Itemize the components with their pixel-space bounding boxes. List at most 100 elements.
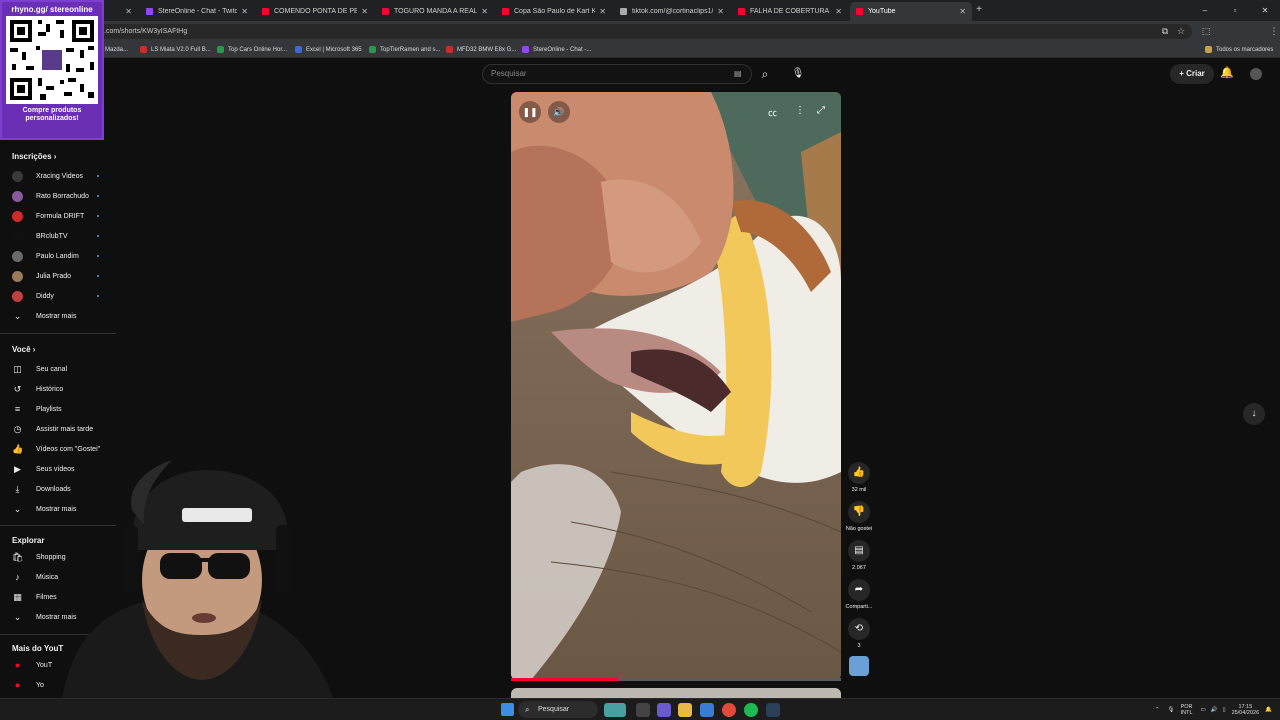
subscription-item[interactable]: Paulo Landim bbox=[12, 248, 116, 264]
search-button[interactable]: ⌕ bbox=[752, 64, 778, 84]
share-button[interactable]: ➦ bbox=[848, 579, 870, 601]
browser-tab[interactable]: TOGURO MANDA A REAL E IR✕ bbox=[376, 2, 494, 21]
new-content-dot bbox=[97, 255, 99, 257]
volume-icon[interactable]: 🔊 bbox=[1211, 707, 1218, 713]
battery-icon[interactable]: ▯ bbox=[1223, 707, 1226, 713]
tray-chevron-icon[interactable]: ⌃ bbox=[1155, 707, 1160, 713]
channel-avatar bbox=[12, 230, 23, 242]
subscription-item[interactable]: Xracing Videos bbox=[12, 168, 116, 184]
widget-icon[interactable] bbox=[604, 703, 626, 717]
subscriptions-heading[interactable]: Inscrições › bbox=[12, 152, 56, 161]
cast-icon[interactable]: ⧉ bbox=[1159, 25, 1171, 37]
browser-tab[interactable]: Copa São Paulo de Kart KGV -✕ bbox=[496, 2, 612, 21]
minimize-icon[interactable]: – bbox=[1190, 0, 1220, 21]
next-short-preview[interactable] bbox=[511, 688, 841, 698]
bookmark-star-icon[interactable]: ☆ bbox=[1175, 25, 1187, 37]
music-icon: ♪ bbox=[15, 571, 20, 582]
pause-icon: ❚❚ bbox=[522, 107, 538, 117]
dislike-button[interactable]: 👎 bbox=[848, 501, 870, 523]
taskbar-search-label: Pesquisar bbox=[538, 706, 570, 713]
notification-icon[interactable]: 🔔 bbox=[1265, 707, 1272, 713]
tab-favicon-icon bbox=[738, 8, 745, 15]
bookmark-item[interactable]: MFD32 BMW E8x G... bbox=[446, 44, 516, 55]
sidebar-item[interactable]: ≡ Playlists bbox=[12, 401, 116, 417]
extensions-icon[interactable]: ⬚ bbox=[1200, 25, 1212, 37]
close-tab-icon[interactable]: ✕ bbox=[125, 7, 132, 16]
bookmark-label: Top Cars Online Hor... bbox=[228, 46, 288, 53]
browser-tab[interactable]: COMENDO PONTA DE PEI ✕ bbox=[256, 2, 374, 21]
steam-icon[interactable] bbox=[766, 703, 780, 717]
like-button[interactable]: 👍 bbox=[848, 462, 870, 484]
voice-search-button[interactable]: 🎙 bbox=[788, 64, 808, 84]
close-tab-icon[interactable]: ✕ bbox=[241, 7, 248, 16]
close-tab-icon[interactable]: ✕ bbox=[835, 7, 842, 16]
mic-icon[interactable]: 🎙 bbox=[1168, 707, 1175, 713]
pause-button[interactable]: ❚❚ bbox=[519, 101, 541, 123]
comments-button[interactable]: ▤ bbox=[848, 540, 870, 562]
close-tab-icon[interactable]: ✕ bbox=[361, 7, 368, 16]
chrome-icon[interactable] bbox=[722, 703, 736, 717]
close-tab-icon[interactable]: ✕ bbox=[599, 7, 606, 16]
taskbar-search[interactable]: ⌕ Pesquisar bbox=[518, 701, 598, 718]
you-heading[interactable]: Você › bbox=[12, 345, 35, 354]
subscription-item[interactable]: BRclubTV bbox=[12, 228, 116, 244]
channel-avatar[interactable] bbox=[849, 656, 869, 676]
task-view-icon[interactable] bbox=[636, 703, 650, 717]
search-input[interactable]: Pesquisar bbox=[482, 64, 752, 84]
new-tab-button[interactable]: + bbox=[973, 4, 985, 16]
close-tab-icon[interactable]: ✕ bbox=[481, 7, 488, 16]
bookmark-item[interactable]: TopTierRamen and s... bbox=[369, 44, 440, 55]
bookmark-item[interactable]: LS Miata V2.0 Full B... bbox=[140, 44, 211, 55]
remix-button[interactable]: ⟲ bbox=[848, 618, 870, 640]
keyboard-icon[interactable]: ▤ bbox=[734, 69, 742, 78]
url-field[interactable]: .com/shorts/KW3yISAFtHg bbox=[96, 24, 1192, 39]
more-options-icon[interactable]: ⋮ bbox=[795, 105, 805, 116]
progress-bar[interactable] bbox=[511, 678, 841, 681]
spotify-icon[interactable] bbox=[744, 703, 758, 717]
file-explorer-icon[interactable] bbox=[678, 703, 692, 717]
bookmark-favicon-icon bbox=[140, 46, 147, 53]
bookmark-item[interactable]: Top Cars Online Hor... bbox=[217, 44, 287, 55]
start-icon[interactable] bbox=[501, 703, 514, 716]
channel-avatar bbox=[12, 290, 23, 302]
qr-header: rhyno.gg/ stereonline bbox=[11, 5, 93, 14]
close-tab-icon[interactable]: ✕ bbox=[717, 7, 724, 16]
menu-kebab-icon[interactable]: ⋮ bbox=[1268, 25, 1280, 37]
close-window-icon[interactable]: ✕ bbox=[1250, 0, 1280, 21]
browser-tab[interactable]: FALHA DE COBERTURA #32: B ✕ bbox=[732, 2, 848, 21]
avatar[interactable] bbox=[1250, 68, 1262, 80]
bookmark-item[interactable]: StereOnline - Chat -... bbox=[522, 44, 591, 55]
windows-taskbar: ⌕ Pesquisar ⌃ 🎙 POR INTL ▭ 🔊 ▯ 17:15 25/04/… bbox=[0, 698, 1280, 720]
sidebar-item-label: Histórico bbox=[36, 385, 64, 393]
language-indicator[interactable]: POR INTL bbox=[1181, 704, 1193, 716]
maximize-icon[interactable]: ▫ bbox=[1220, 0, 1250, 21]
captions-icon[interactable]: ㏄ bbox=[768, 106, 777, 119]
network-icon[interactable]: ▭ bbox=[1201, 707, 1206, 713]
sidebar-item-label: Rato Borrachudo bbox=[36, 192, 89, 200]
like-icon: 👍 bbox=[12, 443, 24, 454]
close-tab-icon[interactable]: ✕ bbox=[959, 7, 966, 16]
all-bookmarks[interactable]: Todos os marcadores bbox=[1205, 44, 1273, 55]
subs-show-more[interactable]: ⌄ Mostrar mais bbox=[12, 308, 116, 324]
bookmark-item[interactable]: Excel | Microsoft 365 bbox=[295, 44, 362, 55]
subscription-item[interactable]: Diddy bbox=[12, 288, 116, 304]
search-icon: ⌕ bbox=[525, 705, 530, 714]
subscription-item[interactable]: Julia Prado bbox=[12, 268, 116, 284]
sidebar-item[interactable]: ◫ Seu canal bbox=[12, 361, 116, 377]
browser-tab[interactable]: YouTube ✕ bbox=[850, 2, 972, 21]
subscription-item[interactable]: Rato Borrachudo bbox=[12, 188, 116, 204]
browser-tab[interactable]: tiktok.com/@cortinaclips1/vide✕ bbox=[614, 2, 730, 21]
subscription-item[interactable]: Formula DRIFT bbox=[12, 208, 116, 224]
short-video-player[interactable]: ❚❚ 🔊 ㏄ ⋮ ⤢ bbox=[511, 92, 841, 680]
create-button[interactable]: + Criar bbox=[1170, 64, 1214, 84]
next-video-button[interactable]: ↓ bbox=[1243, 403, 1265, 425]
copilot-icon[interactable] bbox=[657, 703, 671, 717]
sidebar-item[interactable]: ↺ Histórico bbox=[12, 381, 116, 397]
bookmark-favicon-icon bbox=[295, 46, 302, 53]
store-icon[interactable] bbox=[700, 703, 714, 717]
clock[interactable]: 17:15 25/04/2026 bbox=[1232, 704, 1260, 716]
browser-tab[interactable]: StereOnline - Chat - Twitch ✕ bbox=[140, 2, 254, 21]
volume-button[interactable]: 🔊 bbox=[548, 101, 570, 123]
fullscreen-icon[interactable]: ⤢ bbox=[817, 105, 825, 116]
bell-icon[interactable]: 🔔 bbox=[1220, 66, 1234, 79]
